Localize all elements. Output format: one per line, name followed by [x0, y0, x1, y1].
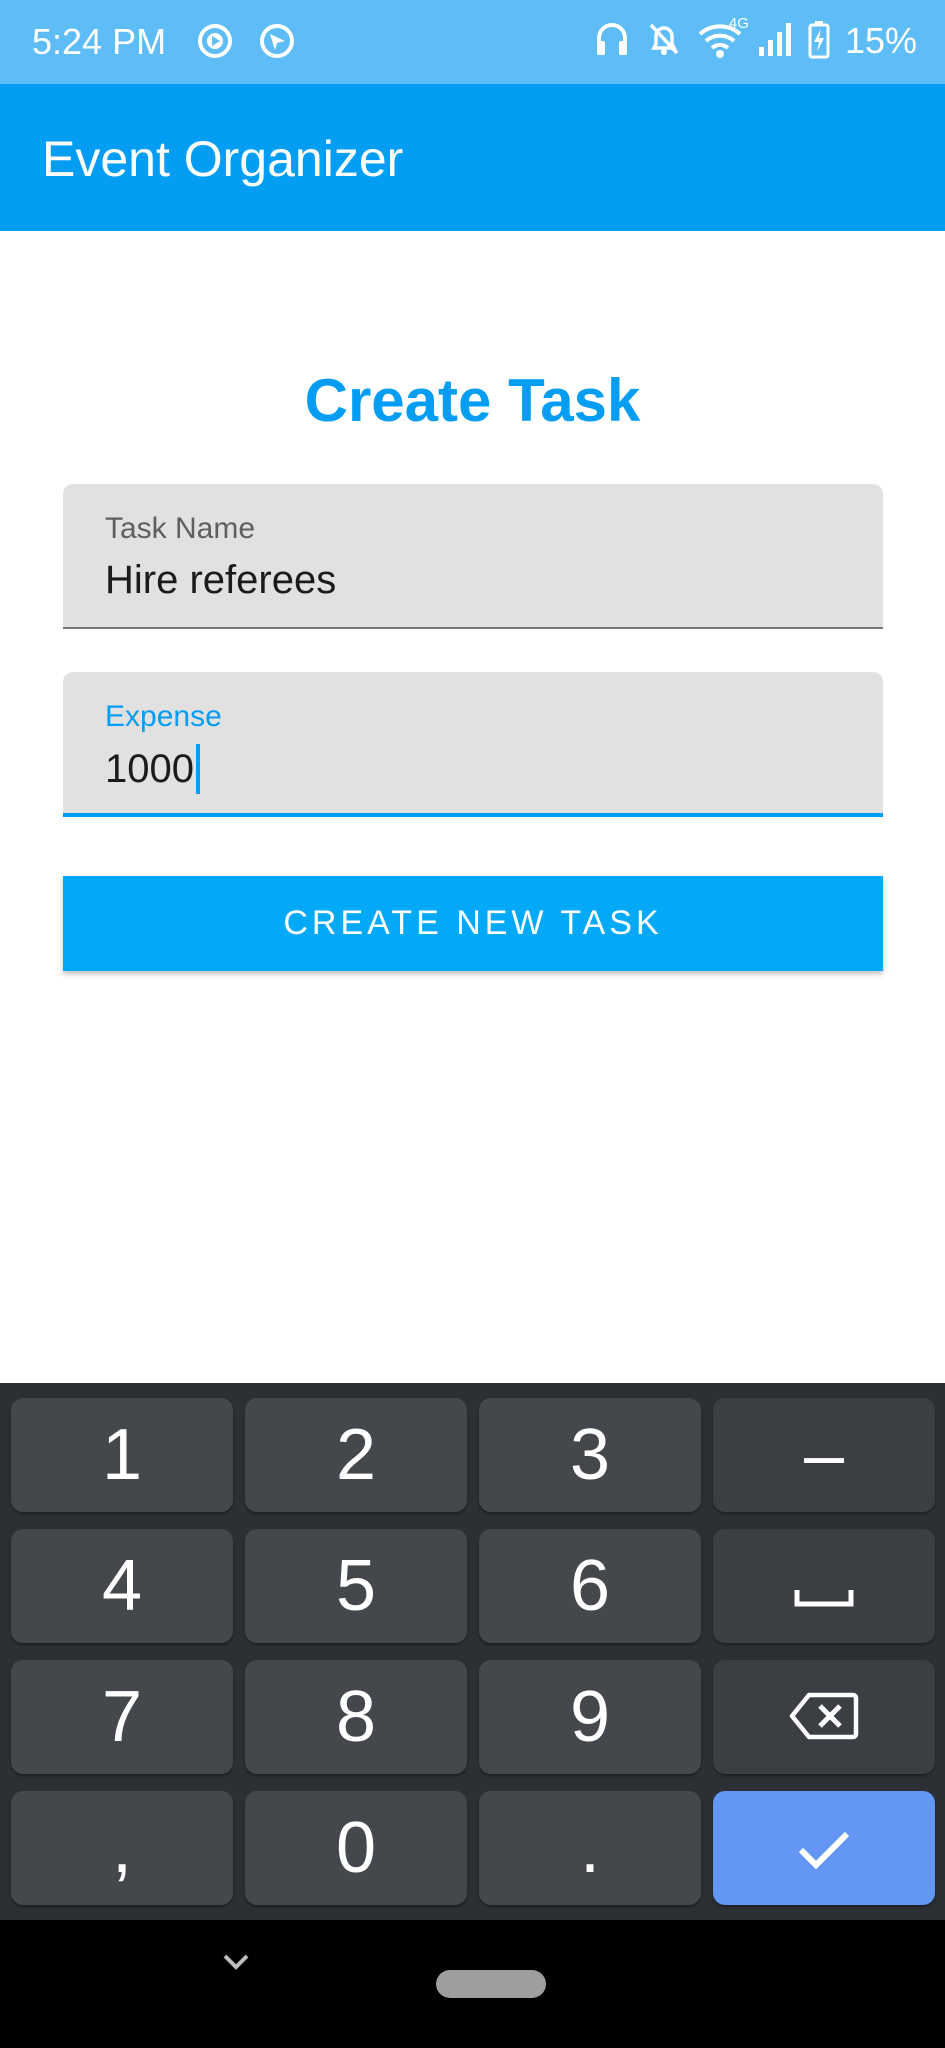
notifications-off-icon — [645, 19, 683, 64]
expense-label: Expense — [105, 700, 222, 733]
expense-field[interactable]: Expense 1000 — [63, 672, 883, 817]
play-circle-icon — [196, 22, 234, 65]
expense-value: 1000 — [105, 747, 194, 791]
key-6[interactable]: 6 — [479, 1529, 701, 1643]
key-period[interactable]: . — [479, 1791, 701, 1905]
network-type-label: 4G — [728, 14, 749, 32]
check-icon — [796, 1807, 852, 1889]
key-4[interactable]: 4 — [11, 1529, 233, 1643]
key-comma[interactable]: , — [11, 1791, 233, 1905]
headset-icon — [593, 19, 631, 64]
status-notification-icons — [196, 22, 296, 65]
navigation-circle-icon — [258, 22, 296, 65]
create-new-task-button[interactable]: CREATE NEW TASK — [63, 876, 883, 971]
key-done[interactable] — [713, 1791, 935, 1905]
system-navigation-bar — [0, 1920, 945, 2048]
key-8[interactable]: 8 — [245, 1660, 467, 1774]
status-time: 5:24 PM — [32, 21, 167, 62]
home-pill[interactable] — [436, 1970, 546, 1998]
space-icon — [793, 1545, 855, 1627]
status-bar: 5:24 PM 4G 15% — [0, 0, 945, 84]
status-system-icons: 4G 15% — [593, 15, 917, 64]
expense-input[interactable]: 1000 — [105, 744, 200, 794]
backspace-icon — [789, 1676, 859, 1758]
battery-percentage: 15% — [844, 20, 917, 61]
key-2[interactable]: 2 — [245, 1398, 467, 1512]
text-cursor — [195, 744, 200, 794]
task-name-label: Task Name — [105, 512, 256, 545]
wifi-icon: 4G — [697, 15, 749, 64]
battery-charging-icon — [807, 19, 831, 64]
key-7[interactable]: 7 — [11, 1660, 233, 1774]
key-space[interactable] — [713, 1529, 935, 1643]
key-9[interactable]: 9 — [479, 1660, 701, 1774]
keyboard-hide-chevron-icon[interactable] — [222, 1950, 250, 1979]
key-minus[interactable]: – — [713, 1398, 935, 1512]
app-title: Event Organizer — [42, 131, 404, 187]
app-bar: Event Organizer — [0, 84, 945, 231]
key-backspace[interactable] — [713, 1660, 935, 1774]
page-title: Create Task — [304, 367, 641, 434]
key-5[interactable]: 5 — [245, 1529, 467, 1643]
key-3[interactable]: 3 — [479, 1398, 701, 1512]
key-0[interactable]: 0 — [245, 1791, 467, 1905]
task-name-field[interactable]: Task Name Hire referees — [63, 484, 883, 629]
key-1[interactable]: 1 — [11, 1398, 233, 1512]
cellular-signal-icon — [757, 19, 793, 64]
numeric-keyboard: 1 2 3 – 4 5 6 7 8 9 , 0 . — [0, 1383, 945, 1920]
task-name-input[interactable]: Hire referees — [105, 556, 336, 604]
